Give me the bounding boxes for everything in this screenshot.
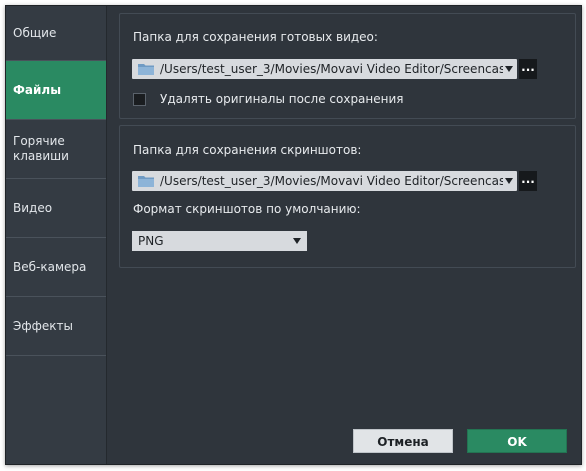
screenshot-format-value: PNG bbox=[138, 234, 164, 248]
chevron-down-icon bbox=[293, 238, 301, 244]
sidebar-item-label: Веб-камера bbox=[13, 259, 87, 274]
delete-originals-option[interactable]: Удалять оригиналы после сохранения bbox=[133, 92, 404, 106]
sidebar-item-files[interactable]: Файлы bbox=[6, 61, 106, 120]
ok-button[interactable]: OK bbox=[467, 429, 567, 453]
settings-window: Общие Файлы Горячие клавиши Видео Веб-ка… bbox=[5, 5, 582, 465]
sidebar-item-effects[interactable]: Эффекты bbox=[6, 297, 106, 356]
sidebar-item-video[interactable]: Видео bbox=[6, 179, 106, 238]
sidebar-item-hotkeys[interactable]: Горячие клавиши bbox=[6, 120, 106, 179]
chevron-down-icon bbox=[505, 178, 513, 184]
screenshot-folder-browse-button[interactable]: ... bbox=[519, 171, 537, 191]
sidebar-item-general[interactable]: Общие bbox=[6, 6, 106, 61]
chevron-down-icon bbox=[505, 66, 513, 72]
screenshot-save-panel: Папка для сохранения скриншотов: /Users/… bbox=[119, 125, 576, 268]
video-folder-browse-button[interactable]: ... bbox=[519, 59, 537, 79]
sidebar: Общие Файлы Горячие клавиши Видео Веб-ка… bbox=[6, 6, 107, 464]
screenshot-folder-path: /Users/test_user_3/Movies/Movavi Video E… bbox=[160, 174, 503, 188]
sidebar-item-label: Эффекты bbox=[13, 318, 73, 333]
sidebar-item-label: Файлы bbox=[13, 82, 62, 97]
delete-originals-checkbox[interactable] bbox=[133, 92, 146, 106]
sidebar-item-label: Горячие клавиши bbox=[13, 134, 69, 163]
sidebar-item-webcam[interactable]: Веб-камера bbox=[6, 238, 106, 297]
video-folder-path: /Users/test_user_3/Movies/Movavi Video E… bbox=[160, 62, 503, 76]
delete-originals-label: Удалять оригиналы после сохранения bbox=[160, 92, 404, 106]
folder-icon bbox=[138, 64, 154, 75]
screenshot-folder-label: Папка для сохранения скриншотов: bbox=[133, 143, 362, 157]
sidebar-item-label: Общие bbox=[13, 25, 57, 40]
video-folder-label: Папка для сохранения готовых видео: bbox=[133, 30, 378, 44]
sidebar-item-label: Видео bbox=[13, 200, 53, 215]
video-folder-select[interactable]: /Users/test_user_3/Movies/Movavi Video E… bbox=[132, 59, 517, 79]
folder-icon bbox=[138, 176, 154, 187]
screenshot-format-label: Формат скриншотов по умолчанию: bbox=[133, 202, 361, 216]
video-save-panel: Папка для сохранения готовых видео: /Use… bbox=[119, 13, 576, 119]
screenshot-folder-select[interactable]: /Users/test_user_3/Movies/Movavi Video E… bbox=[132, 171, 517, 191]
screenshot-format-select[interactable]: PNG bbox=[132, 231, 307, 251]
cancel-button[interactable]: Отмена bbox=[353, 429, 453, 453]
